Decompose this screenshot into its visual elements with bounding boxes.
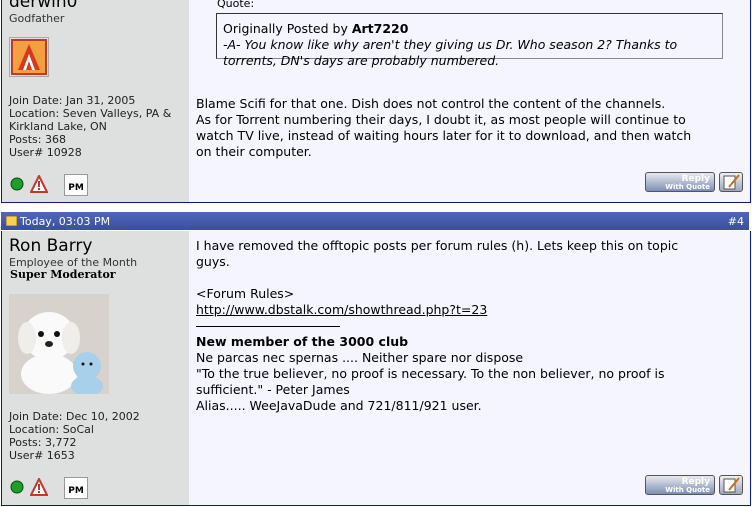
location-line-1: Location: Seven Valleys, PA & (9, 107, 172, 120)
message-line: I have removed the offtopic posts per fo… (196, 238, 679, 253)
username[interactable]: derwin0 (9, 0, 77, 12)
signature-line: sufficient." - Peter James (196, 382, 350, 397)
post-number-link[interactable]: #4 (728, 215, 744, 228)
quote-prefix: Originally Posted by (223, 21, 352, 36)
reply-sublabel: With Quote (665, 486, 710, 494)
post-2-header: Today, 03:03 PM #4 (1, 212, 749, 230)
pencil-icon (723, 477, 740, 493)
signature-line: Alias..... WeeJavaDude and 721/811/921 u… (196, 398, 482, 413)
pm-label: PM (68, 486, 84, 496)
avatar-puppy-icon (9, 294, 109, 396)
online-status-icon (10, 177, 24, 194)
user-rank: Super Moderator (10, 268, 116, 281)
pencil-icon (723, 174, 740, 190)
report-post-icon[interactable] (29, 476, 49, 499)
signature-divider (196, 318, 340, 327)
message-line: guys. (196, 254, 230, 269)
post-date: Today, 03:03 PM (20, 215, 111, 228)
post-2: Ron Barry Employee of the Month Super Mo… (1, 231, 751, 506)
pm-label: PM (68, 183, 84, 193)
report-post-icon[interactable] (29, 173, 49, 196)
quote-box: Originally Posted by Art7220 -A- You kno… (216, 13, 723, 68)
post-2-message: I have removed the offtopic posts per fo… (196, 238, 736, 414)
post-1-user-panel: derwin0 Godfather Join Date: Jan 31, 200… (2, 0, 189, 202)
quick-reply-button[interactable] (719, 172, 743, 192)
post-icon (6, 216, 17, 226)
quick-reply-button[interactable] (719, 475, 743, 495)
quote-author: Art7220 (351, 21, 409, 36)
pm-icon[interactable]: PM (64, 174, 88, 196)
avatar (9, 294, 109, 396)
post-1-content: Quote: Originally Posted by Art7220 -A- … (190, 0, 750, 202)
post-2-content: I have removed the offtopic posts per fo… (190, 231, 750, 505)
post-count: Posts: 368 (9, 133, 66, 146)
message-line: on their computer. (196, 144, 312, 159)
pm-icon[interactable]: PM (64, 477, 88, 499)
user-number: User# 10928 (9, 146, 82, 159)
quote-text-1: -A- You know like why aren't they giving… (223, 37, 678, 52)
user-title: Godfather (9, 12, 65, 25)
quote-text-2: torrents, DN's days are probably numbere… (223, 53, 500, 68)
signature-line: Ne parcas nec spernas .... Neither spare… (196, 350, 524, 365)
forum-rules-label: <Forum Rules> (196, 286, 295, 301)
location: Location: SoCal (9, 423, 94, 436)
avatar-flame-icon (11, 39, 47, 75)
message-line: watch TV live, instead of waiting hours … (196, 128, 692, 143)
user-info: Join Date: Dec 10, 2002 Location: SoCal … (9, 410, 140, 462)
user-info: Join Date: Jan 31, 2005 Location: Seven … (9, 94, 171, 159)
signature-title: New member of the 3000 club (196, 334, 409, 349)
reply-with-quote-button[interactable]: Reply With Quote (645, 475, 715, 495)
online-status-icon (10, 480, 24, 497)
join-date: Join Date: Dec 10, 2002 (9, 410, 140, 423)
avatar (9, 37, 49, 77)
reply-with-quote-button[interactable]: Reply With Quote (645, 172, 715, 192)
user-number: User# 1653 (9, 449, 75, 462)
location-line-2: Kirkland Lake, ON (9, 120, 107, 133)
signature-line: "To the true believer, no proof is neces… (196, 366, 665, 381)
join-date: Join Date: Jan 31, 2005 (9, 94, 136, 107)
message-line: Blame Scifi for that one. Dish does not … (196, 96, 666, 111)
post-1: derwin0 Godfather Join Date: Jan 31, 200… (1, 0, 751, 203)
message-line: As for Torrent numbering their days, I d… (196, 112, 686, 127)
post-1-message: Blame Scifi for that one. Dish does not … (196, 96, 736, 160)
post-2-user-panel: Ron Barry Employee of the Month Super Mo… (2, 231, 189, 505)
post-count: Posts: 3,772 (9, 436, 77, 449)
forum-rules-link[interactable]: http://www.dbstalk.com/showthread.php?t=… (196, 302, 487, 317)
quote-label: Quote: (217, 0, 255, 10)
reply-sublabel: With Quote (665, 183, 710, 191)
username[interactable]: Ron Barry (9, 236, 92, 256)
